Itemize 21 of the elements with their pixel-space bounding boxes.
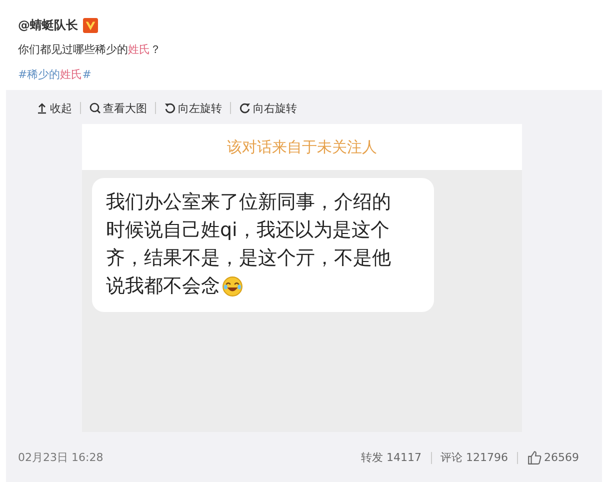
comment-button[interactable]: 评论 121796 bbox=[432, 450, 517, 465]
post-date: 02月23日 16:28 bbox=[18, 450, 104, 465]
rotate-right-icon bbox=[239, 102, 251, 114]
message-line: 我们办公室来了位新同事，介绍的 bbox=[106, 190, 391, 215]
upload-arrow-icon bbox=[36, 102, 48, 114]
thumbs-up-icon bbox=[527, 450, 542, 465]
message-line: 齐，结果不是，是这个亓，不是他 bbox=[106, 246, 391, 271]
rotate-left-button[interactable]: 向左旋转 bbox=[156, 100, 230, 116]
rotate-right-button[interactable]: 向右旋转 bbox=[231, 100, 305, 116]
zoom-button[interactable]: 查看大图 bbox=[81, 100, 155, 116]
banner-text: 该对话来自于未关注人 bbox=[82, 124, 522, 170]
message-line: 说我都不会念 bbox=[106, 274, 220, 299]
post-text: 你们都见过哪些稀少的姓氏？ bbox=[18, 42, 162, 57]
like-button[interactable]: 26569 bbox=[518, 450, 588, 465]
collapse-button[interactable]: 收起 bbox=[28, 100, 80, 116]
laughing-emoji-icon bbox=[222, 276, 243, 296]
rotate-left-icon bbox=[164, 102, 176, 114]
author-name[interactable]: @蜻蜓队长 bbox=[18, 16, 78, 34]
message-line: 时候说自己姓qi，我还以为是这个 bbox=[106, 218, 390, 243]
search-icon bbox=[89, 102, 101, 114]
repost-button[interactable]: 转发 14117 bbox=[352, 450, 430, 465]
